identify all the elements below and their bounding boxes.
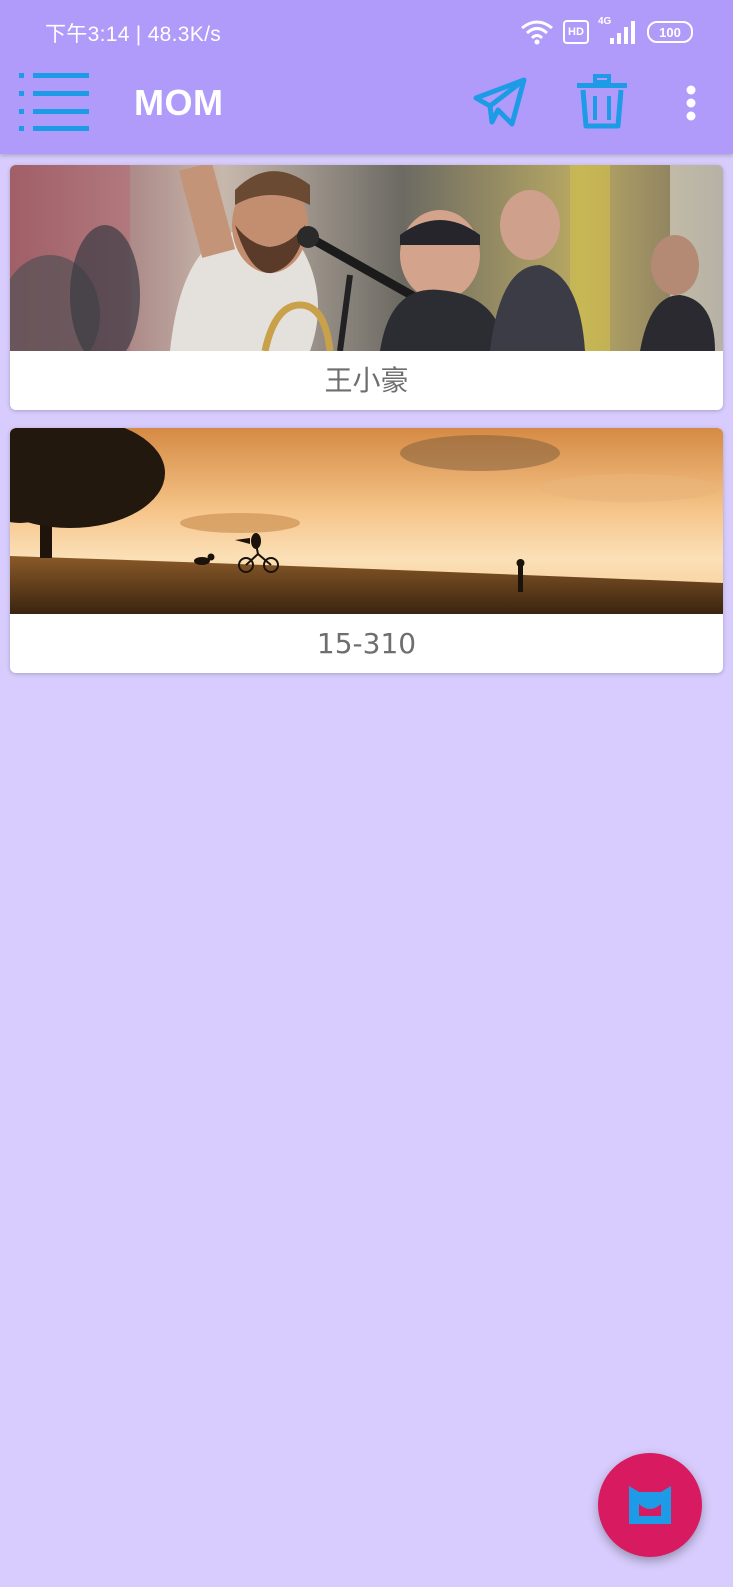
list-item[interactable]: 王小豪 xyxy=(10,165,723,410)
list-item[interactable]: 15-310 xyxy=(10,428,723,673)
send-button[interactable] xyxy=(470,72,530,132)
card-list: 王小豪 15-310 xyxy=(10,165,723,691)
app-header: 下午3:14 | 48.3K/s HD 4G 100 MOM xyxy=(0,0,733,154)
menu-button[interactable] xyxy=(12,70,92,134)
more-vert-icon xyxy=(686,85,696,121)
battery-level: 100 xyxy=(659,24,681,40)
more-options-button[interactable] xyxy=(676,80,706,126)
menu-icon xyxy=(19,73,89,131)
status-icons: HD 4G 100 xyxy=(520,16,693,48)
battery-icon: 100 xyxy=(647,21,693,43)
hd-label: HD xyxy=(568,26,584,38)
send-icon xyxy=(473,77,527,127)
delete-button[interactable] xyxy=(572,72,632,132)
page-title: MOM xyxy=(134,82,224,123)
delete-icon xyxy=(577,74,627,129)
street-musician-photo xyxy=(10,165,723,351)
hd-icon: HD xyxy=(563,20,589,44)
status-time: 下午3:14 | 48.3K/s xyxy=(45,23,222,46)
cat-face-icon xyxy=(629,1486,671,1524)
card-title: 15-310 xyxy=(316,627,417,660)
floating-action-button[interactable] xyxy=(598,1453,702,1557)
signal-icon: 4G xyxy=(598,16,638,46)
card-title: 王小豪 xyxy=(324,364,409,397)
wifi-icon xyxy=(520,18,554,46)
sunset-field-photo xyxy=(10,428,723,614)
